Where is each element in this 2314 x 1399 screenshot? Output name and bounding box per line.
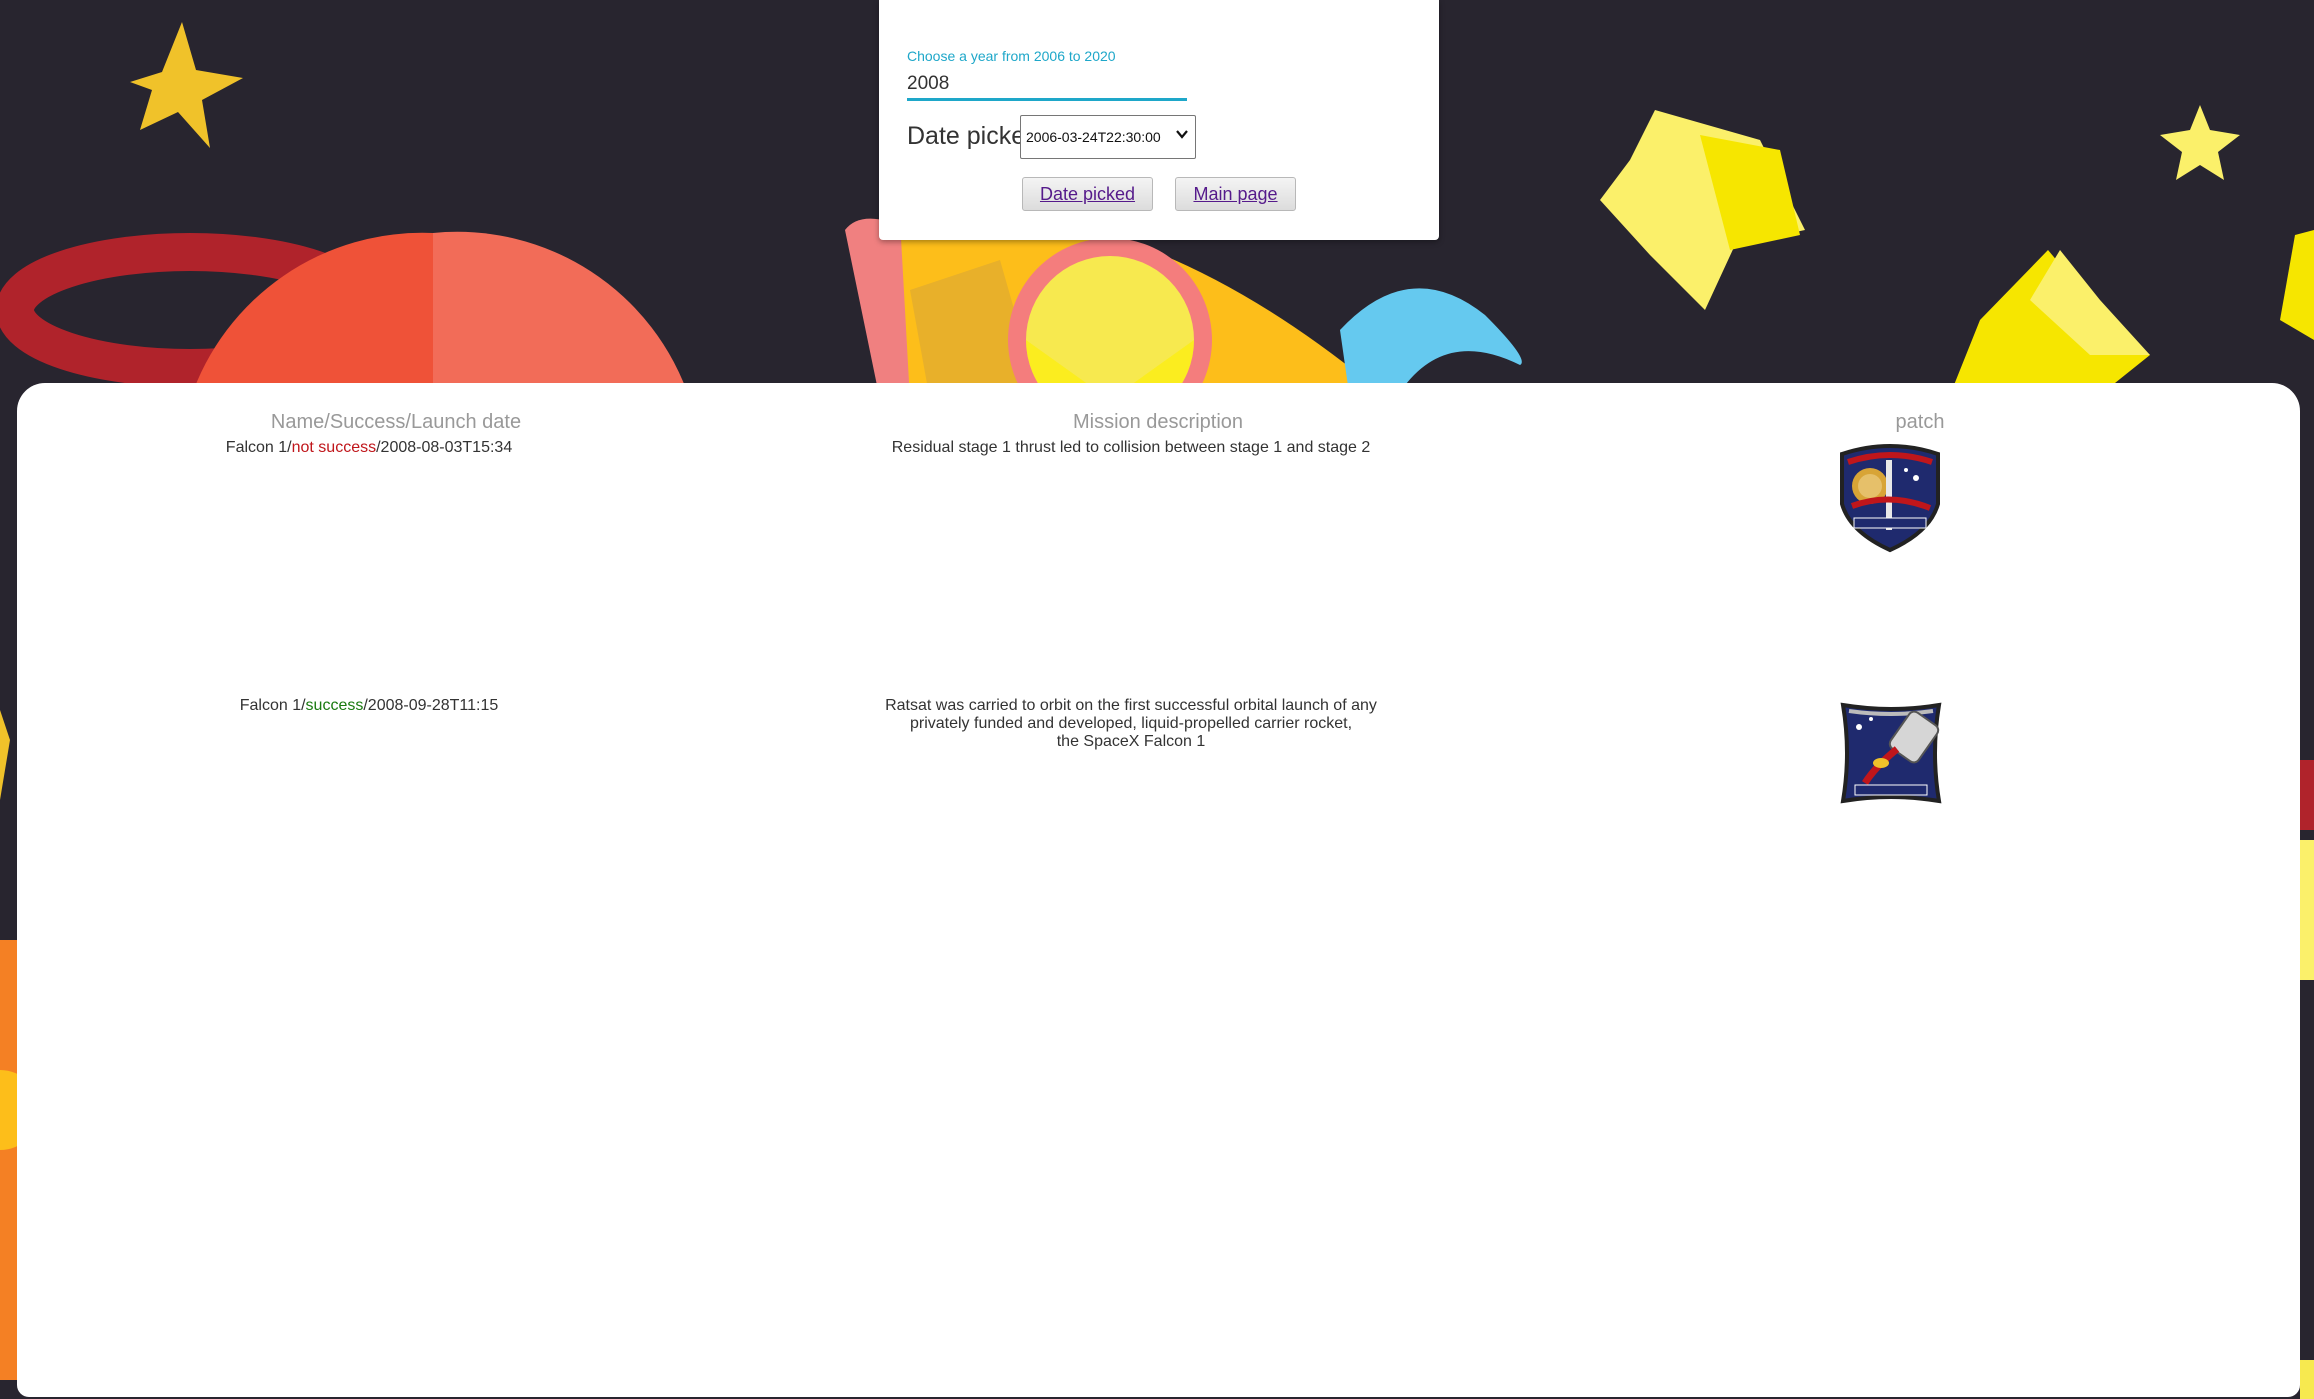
description-line: Residual stage 1 thrust led to collision…: [891, 439, 1371, 456]
year-picker-card: Choose a year from 2006 to 2020 Date pic…: [879, 0, 1439, 240]
main-page-button[interactable]: Main page: [1175, 177, 1296, 211]
date-picker-selected-value: 2006-03-24T22:30:00: [1026, 129, 1161, 145]
description-line: the SpaceX Falcon 1: [1056, 733, 1206, 750]
mission-description: Ratsat was carried to orbit on the first…: [885, 697, 1377, 751]
year-input[interactable]: [907, 70, 1187, 101]
launches-panel: Name/Success/Launch date Mission descrip…: [17, 383, 2300, 1397]
status-badge: not success: [291, 439, 377, 456]
header-name-success-date: Name/Success/Launch date: [270, 411, 522, 433]
date-picker-label: Date picker: [907, 122, 1034, 150]
year-field-label: Choose a year from 2006 to 2020: [907, 48, 1116, 64]
date-picked-button[interactable]: Date picked: [1022, 177, 1153, 211]
description-line: Ratsat was carried to orbit on the first…: [885, 697, 1377, 714]
mission-description: Residual stage 1 thrust led to collision…: [892, 439, 1371, 457]
header-mission-description: Mission description: [1072, 411, 1244, 433]
chevron-down-icon: [1176, 130, 1188, 139]
status-badge: success: [305, 697, 364, 714]
launch-date: 2008-08-03T15:34: [380, 439, 513, 456]
description-line: privately funded and developed, liquid-p…: [909, 715, 1353, 732]
header-patch: patch: [1895, 411, 1945, 433]
launch-name-status-date: Falcon 1/not success/2008-08-03T15:34: [226, 439, 512, 457]
rocket-name: Falcon 1: [225, 439, 288, 456]
ratsat-mission-patch-icon: [1840, 702, 1942, 804]
rocket-name: Falcon 1: [239, 697, 302, 714]
launch-name-status-date: Falcon 1/success/2008-09-28T11:15: [240, 697, 499, 715]
falcon-mission-patch-icon: [1840, 444, 1940, 553]
launch-date: 2008-09-28T11:15: [367, 697, 499, 714]
date-picker-select[interactable]: 2006-03-24T22:30:00: [1020, 115, 1196, 159]
